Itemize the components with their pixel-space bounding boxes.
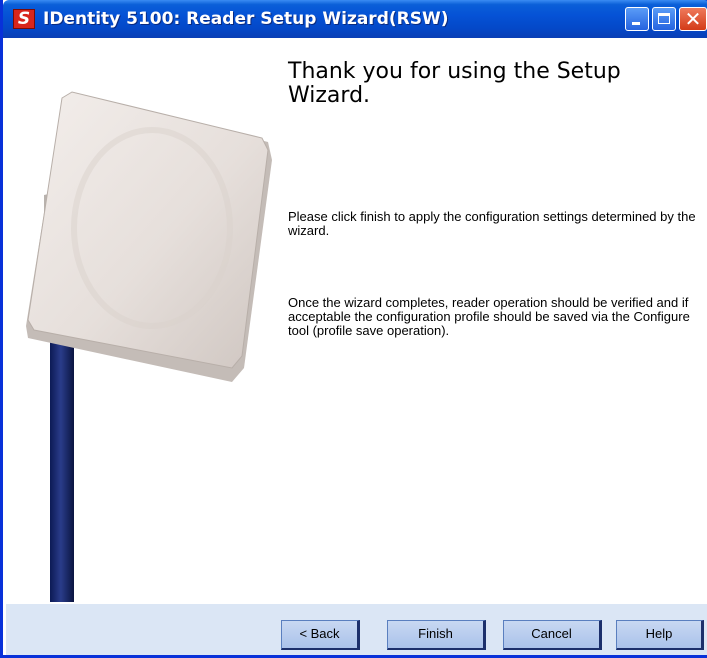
maximize-button[interactable] bbox=[652, 7, 676, 31]
completion-note-text: Once the wizard completes, reader operat… bbox=[288, 295, 690, 338]
cancel-button[interactable]: Cancel bbox=[503, 620, 602, 650]
finish-button[interactable]: Finish bbox=[387, 620, 486, 650]
close-icon: ✕ bbox=[684, 7, 702, 31]
page-heading: Thank you for using the Setup Wizard. bbox=[288, 59, 621, 108]
title-bar[interactable]: S IDentity 5100: Reader Setup Wizard(RSW… bbox=[3, 0, 707, 38]
help-button[interactable]: Help bbox=[616, 620, 704, 650]
instruction-text: Please click finish to apply the configu… bbox=[288, 209, 696, 238]
minimize-icon bbox=[632, 22, 640, 25]
close-button[interactable]: ✕ bbox=[679, 7, 707, 31]
antenna-image bbox=[26, 91, 272, 602]
app-logo-icon: S bbox=[13, 9, 35, 29]
maximize-icon bbox=[658, 13, 670, 24]
window-title: IDentity 5100: Reader Setup Wizard(RSW) bbox=[43, 9, 449, 29]
wizard-window: S IDentity 5100: Reader Setup Wizard(RSW… bbox=[0, 0, 707, 658]
button-bar: < Back Finish Cancel Help bbox=[6, 602, 707, 655]
wizard-content: Thank you for using the Setup Wizard. Pl… bbox=[6, 38, 707, 602]
minimize-button[interactable] bbox=[625, 7, 649, 31]
back-button[interactable]: < Back bbox=[281, 620, 360, 650]
